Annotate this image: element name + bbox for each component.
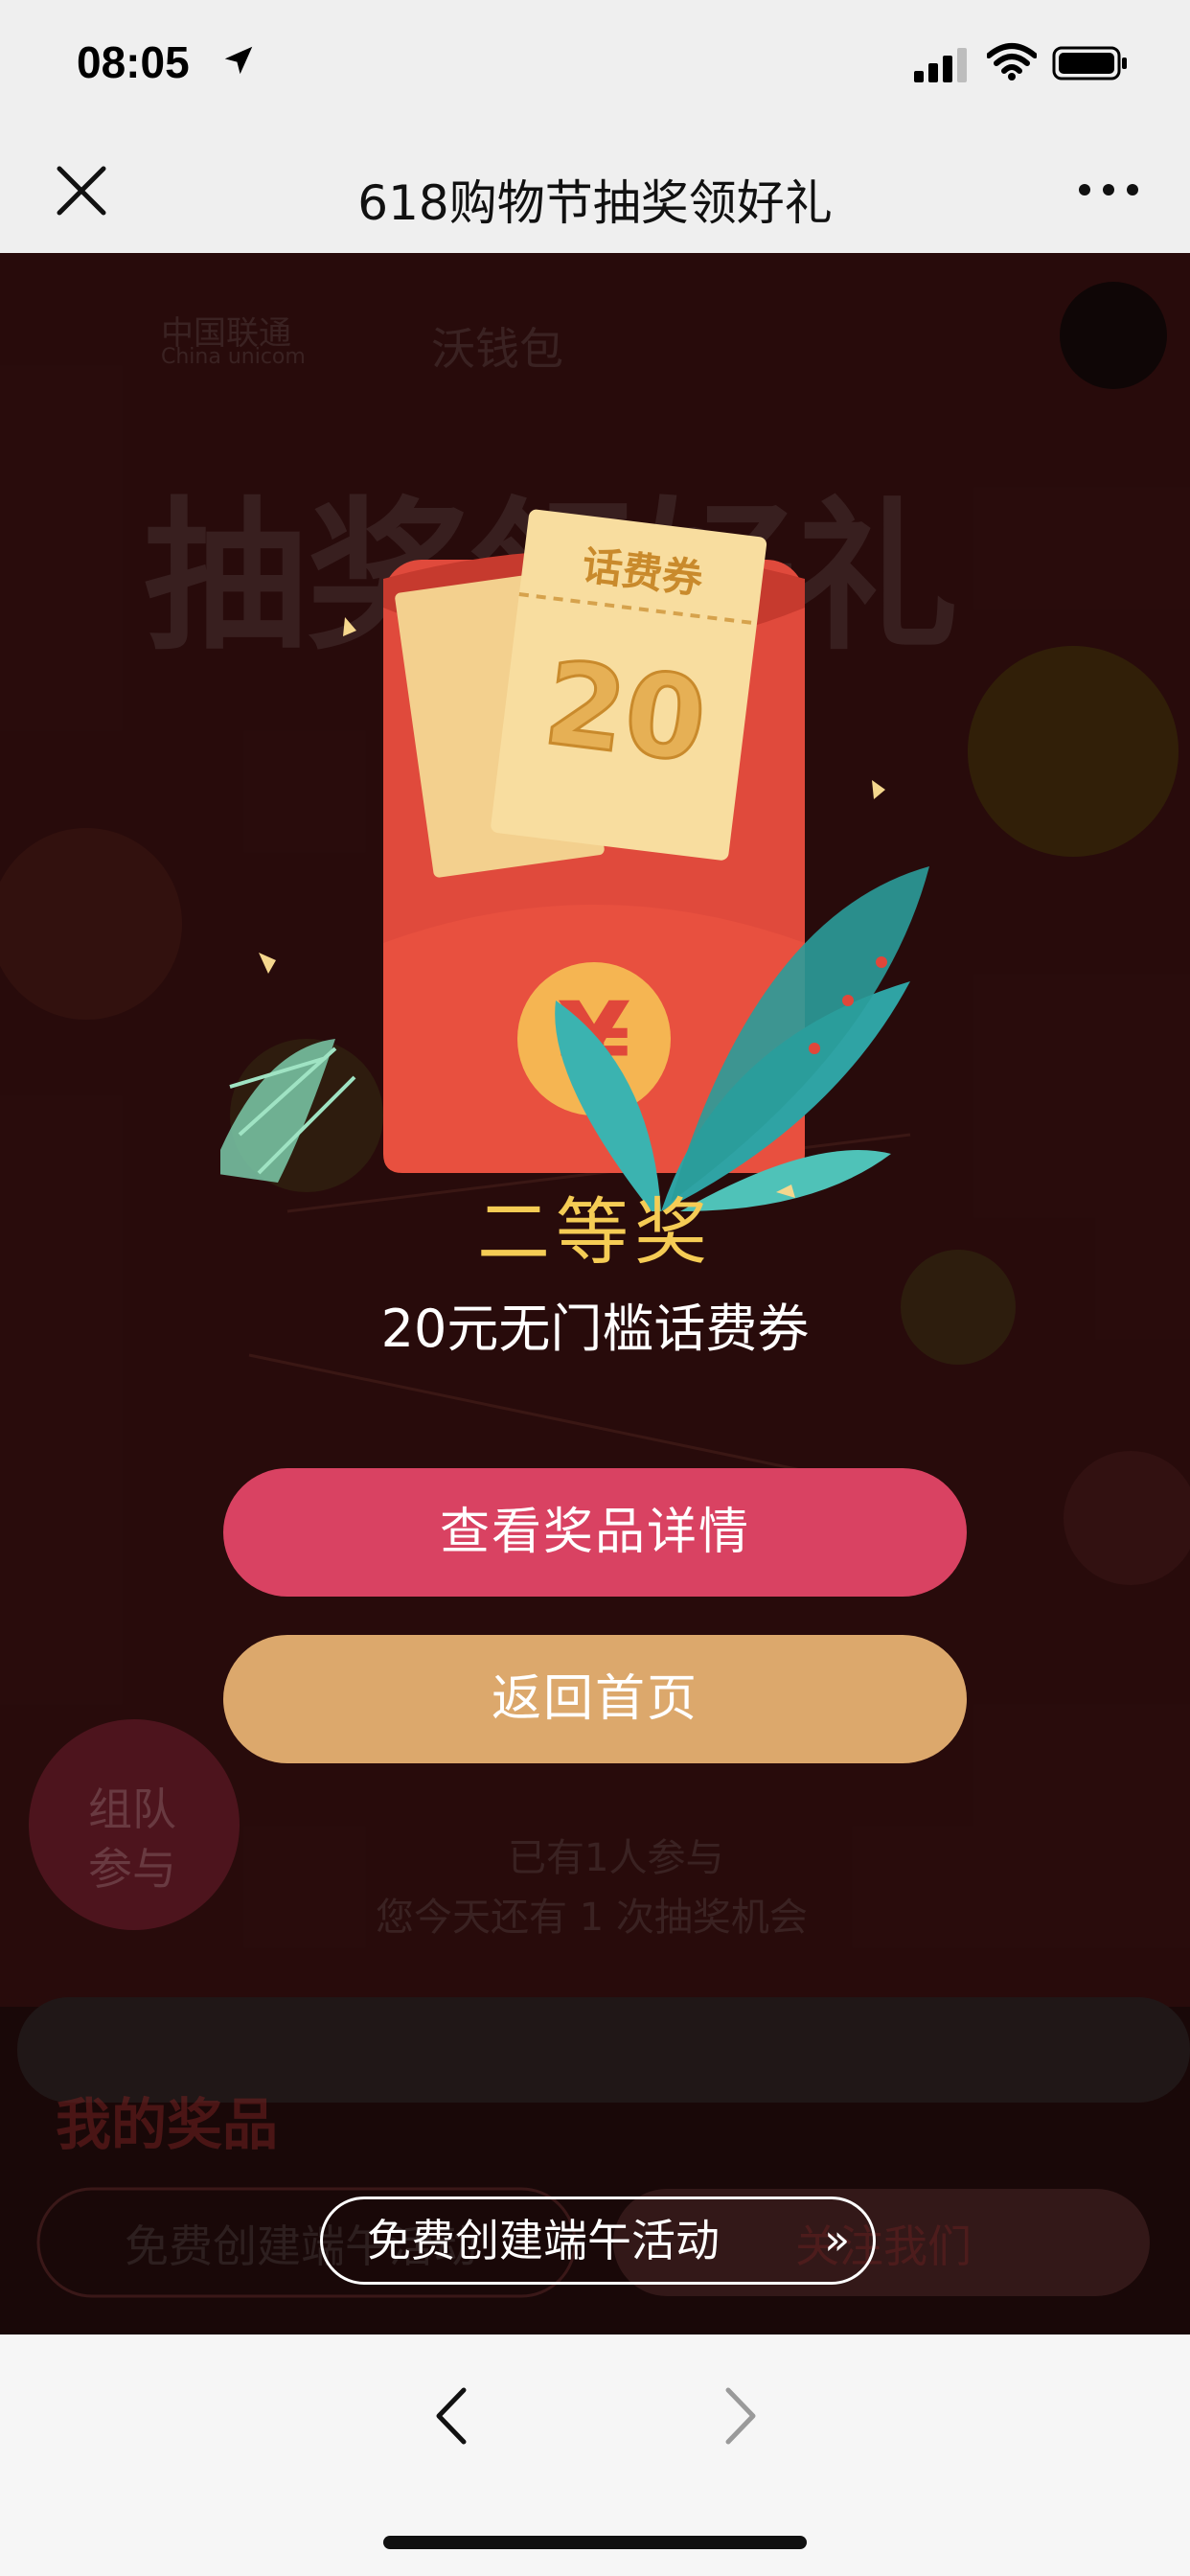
free-create-label: 免费创建端午活动 bbox=[367, 2215, 720, 2266]
prize-description: 20元无门槛话费券 bbox=[380, 1299, 810, 1359]
view-prize-details-button[interactable]: 查看奖品详情 bbox=[223, 1468, 967, 1597]
location-arrow-icon bbox=[224, 46, 253, 75]
status-bar: 08:05 bbox=[0, 0, 1190, 126]
double-chevron-right-icon: » bbox=[824, 2216, 850, 2265]
more-icon[interactable] bbox=[1075, 176, 1142, 203]
return-home-button[interactable]: 返回首页 bbox=[223, 1635, 967, 1763]
page-title: 618购物节抽奖领好礼 bbox=[357, 175, 833, 231]
back-arrow-icon[interactable] bbox=[427, 2382, 475, 2450]
web-content: 中国联通 China unicom 沃钱包 抽奖领好礼 组队 参与 已有1人参与… bbox=[0, 253, 1190, 2334]
home-indicator[interactable] bbox=[383, 2536, 807, 2549]
browser-toolbar bbox=[0, 2334, 1190, 2576]
status-time: 08:05 bbox=[77, 37, 190, 87]
free-create-activity-button[interactable]: 免费创建端午活动 » bbox=[320, 2196, 876, 2285]
battery-icon bbox=[1052, 46, 1127, 80]
forward-arrow-icon[interactable] bbox=[717, 2382, 765, 2450]
wifi-icon bbox=[987, 43, 1037, 80]
coupon-value: 20 bbox=[538, 637, 713, 789]
nav-bar: 618购物节抽奖领好礼 bbox=[0, 126, 1190, 254]
cellular-signal-icon bbox=[914, 48, 967, 82]
prize-title: 二等奖 bbox=[477, 1189, 713, 1275]
